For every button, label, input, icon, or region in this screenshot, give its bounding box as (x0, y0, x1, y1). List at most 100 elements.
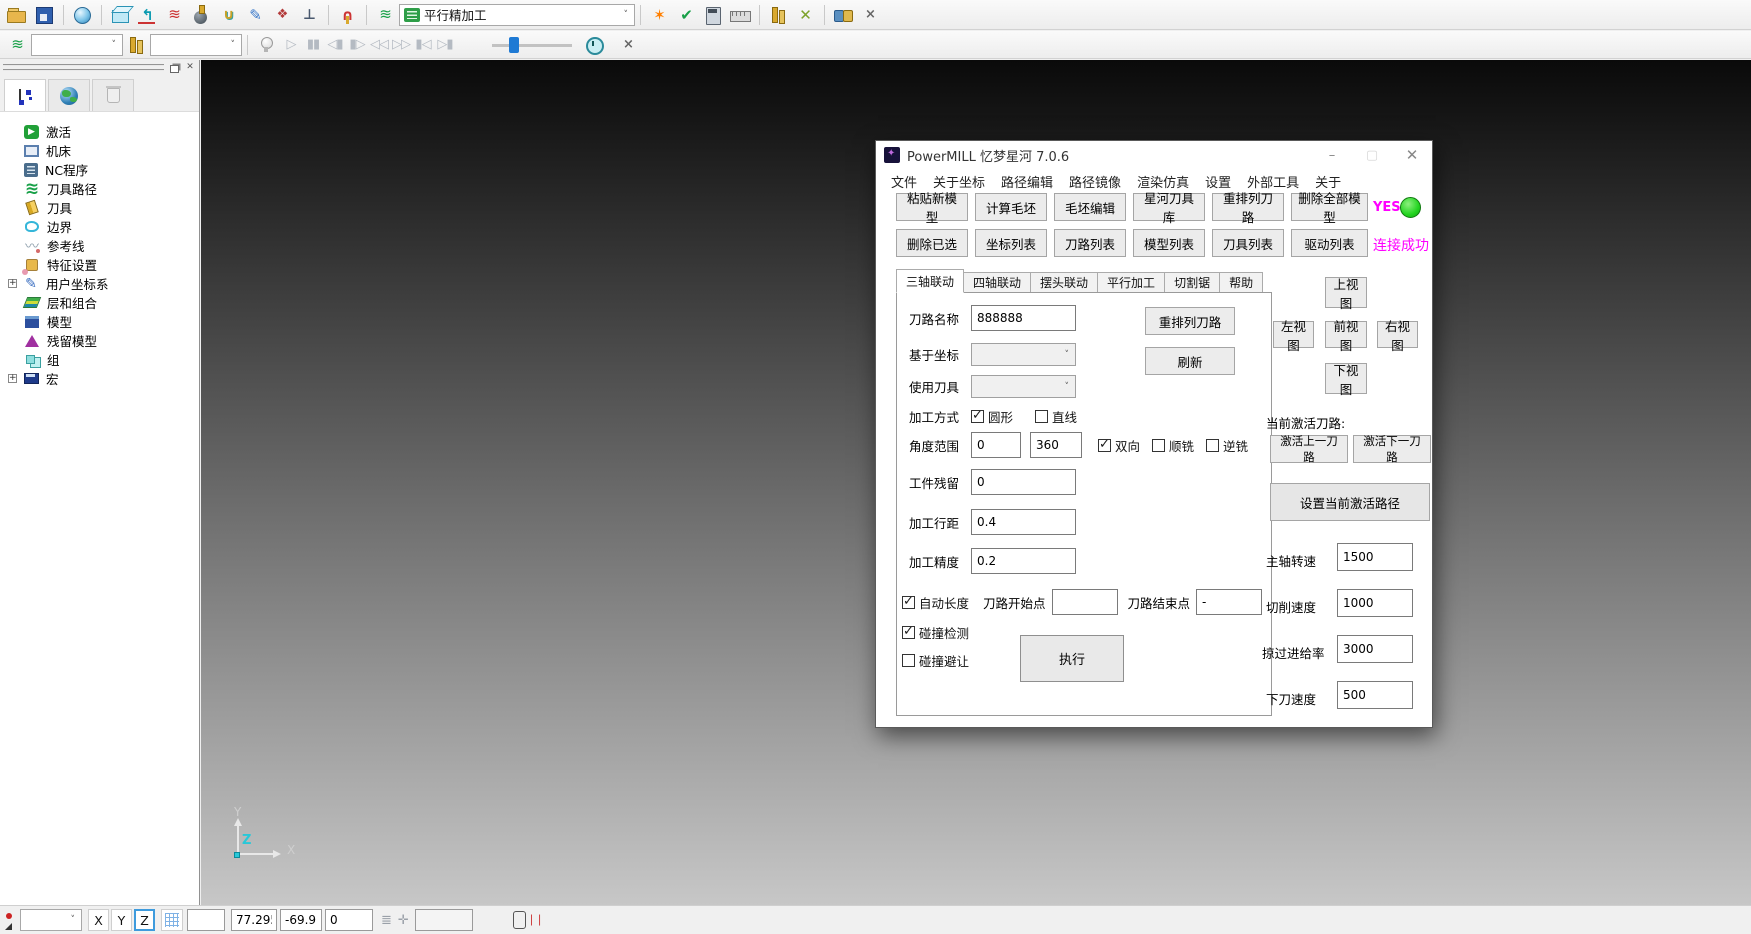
tree-item-feature-sets[interactable]: 特征设置 (0, 255, 199, 274)
coord-list-button[interactable]: 坐标列表 (975, 229, 1047, 257)
stepover-input[interactable] (971, 509, 1076, 535)
refresh-button[interactable]: 刷新 (1145, 347, 1235, 375)
tab-tilt-head[interactable]: 摆头联动 (1031, 272, 1098, 293)
delete-selected-button[interactable]: 删除已选 (896, 229, 968, 257)
expand-icon[interactable]: + (8, 279, 17, 288)
verify-toolpath-icon[interactable]: ✔ (674, 4, 699, 26)
end-point-input[interactable] (1196, 589, 1262, 615)
expand-icon[interactable]: + (8, 374, 17, 383)
measure-ruler-icon[interactable] (728, 4, 753, 26)
calculator-icon[interactable] (701, 4, 726, 26)
tab-web[interactable] (48, 79, 90, 111)
go-to-end-icon[interactable]: ▷▮ (434, 37, 456, 52)
tab-help[interactable]: 帮助 (1220, 272, 1263, 293)
maximize-icon[interactable]: ▢ (1352, 141, 1392, 169)
play-icon[interactable]: ▷ (280, 37, 302, 52)
conventional-mill-checkbox[interactable]: 逆铣 (1206, 436, 1248, 455)
toolbar-close-icon[interactable]: × (616, 34, 641, 56)
climb-mill-checkbox[interactable]: 顺铣 (1152, 436, 1194, 455)
minimize-icon[interactable]: – (1312, 141, 1352, 169)
grid-snap-button[interactable] (161, 909, 183, 931)
move-cursor-icon[interactable]: ✛ (398, 913, 409, 928)
pause-icon[interactable]: ▮▮ (302, 37, 324, 52)
start-point-input[interactable] (1052, 589, 1118, 615)
step-back-icon[interactable]: ◁▮ (324, 37, 346, 52)
execute-button[interactable]: 执行 (1020, 635, 1124, 682)
go-to-start-icon[interactable]: ▮◁ (412, 37, 434, 52)
status-dropdown[interactable]: ˅ (20, 909, 82, 931)
tool-list-button[interactable]: 刀具列表 (1212, 229, 1284, 257)
toolpath-edit-icon[interactable]: ≋ (162, 4, 187, 26)
stock-remain-input[interactable] (971, 469, 1076, 495)
tab-4axis[interactable]: 四轴联动 (964, 272, 1031, 293)
menu-path-edit[interactable]: 路径编辑 (1001, 172, 1053, 191)
axis-z-button[interactable]: Z (134, 909, 155, 931)
tree-item-activate[interactable]: ▶激活 (0, 122, 199, 141)
tree-item-tools[interactable]: 刀具 (0, 198, 199, 217)
tree-item-patterns[interactable]: 〰参考线 (0, 236, 199, 255)
circle-checkbox[interactable]: 圆形 (971, 407, 1013, 426)
reorder-toolpaths-button[interactable]: 重排列刀路 (1212, 193, 1284, 221)
paste-new-model-button[interactable]: 粘贴新模型 (896, 193, 968, 221)
delete-all-models-button[interactable]: 删除全部模型 (1291, 193, 1368, 221)
view-bottom-button[interactable]: 下视图 (1325, 363, 1367, 394)
coord-z-input[interactable] (325, 909, 373, 931)
close-icon[interactable]: ✕ (1392, 141, 1432, 169)
tree-item-models[interactable]: 模型 (0, 312, 199, 331)
create-block-icon[interactable] (108, 4, 133, 26)
fast-forward-icon[interactable]: ▷▷ (390, 37, 412, 52)
pause-device-icon[interactable] (513, 911, 526, 929)
use-tool-select[interactable]: ˅ (971, 375, 1076, 398)
tree-item-macros[interactable]: +宏 (0, 369, 199, 388)
tree-item-nc-programs[interactable]: NC程序 (0, 160, 199, 179)
dialog-title-bar[interactable]: PowerMILL 忆梦星河 7.0.6 – ▢ ✕ (876, 141, 1432, 169)
based-coord-select[interactable]: ˅ (971, 343, 1076, 366)
tab-parallel[interactable]: 平行加工 (1098, 272, 1165, 293)
set-active-path-button[interactable]: 设置当前激活路径 (1270, 483, 1430, 521)
status-corner-button[interactable] (2, 908, 20, 932)
view-top-button[interactable]: 上视图 (1325, 277, 1367, 308)
coord-x-input[interactable] (231, 909, 277, 931)
save-icon[interactable] (32, 4, 57, 26)
spindle-speed-input[interactable] (1337, 543, 1413, 571)
light-icon[interactable] (254, 34, 279, 56)
axis-x-button[interactable]: X (88, 909, 109, 931)
calc-stock-button[interactable]: 计算毛坯 (975, 193, 1047, 221)
transform-icon[interactable]: ✕ (793, 4, 818, 26)
list-options-icon[interactable]: ≣ (381, 913, 392, 928)
tab-explorer-tree[interactable] (4, 79, 46, 111)
tool-select-icon[interactable] (124, 34, 149, 56)
tree-item-machine-tool[interactable]: 机床 (0, 141, 199, 160)
clock-icon[interactable] (582, 34, 607, 56)
open-file-icon[interactable] (5, 4, 30, 26)
line-checkbox[interactable]: 直线 (1035, 407, 1077, 426)
cutting-feed-input[interactable] (1337, 589, 1413, 617)
tool-holder-icon[interactable]: ∩ (335, 4, 360, 26)
tolerance-input[interactable] (971, 548, 1076, 574)
print-preview-icon[interactable] (70, 4, 95, 26)
collision-avoid-checkbox[interactable]: 碰撞避让 (902, 651, 969, 670)
view-left-button[interactable]: 左视图 (1273, 321, 1314, 348)
skim-feed-input[interactable] (1337, 635, 1413, 663)
rapid-move-heights-icon[interactable]: ↰ (135, 4, 160, 26)
toolpath-list-button[interactable]: 刀路列表 (1054, 229, 1126, 257)
create-boundary-icon[interactable]: ∪ (216, 4, 241, 26)
compare-icon[interactable] (831, 4, 856, 26)
angle-to-input[interactable] (1030, 432, 1082, 458)
toolpaths-icon[interactable]: ≋ (373, 4, 398, 26)
panel-restore-icon[interactable] (168, 62, 180, 73)
tab-saw[interactable]: 切割锯 (1165, 272, 1220, 293)
tree-item-stock-models[interactable]: 残留模型 (0, 331, 199, 350)
dock-grip[interactable] (3, 64, 164, 71)
speed-slider[interactable] (492, 34, 572, 56)
tool-pair-icon[interactable] (766, 4, 791, 26)
view-right-button[interactable]: 右视图 (1377, 321, 1418, 348)
toolpath-select[interactable]: ˅ (31, 34, 123, 56)
toolpath-name-input[interactable] (971, 305, 1076, 331)
drive-list-button[interactable]: 驱动列表 (1291, 229, 1368, 257)
stock-edit-button[interactable]: 毛坯编辑 (1054, 193, 1126, 221)
tree-item-toolpaths[interactable]: ≋刀具路径 (0, 179, 199, 198)
step-forward-icon[interactable]: ▮▷ (346, 37, 368, 52)
tool-library-button[interactable]: 星河刀具库 (1133, 193, 1205, 221)
collision-check-icon[interactable]: ✶ (647, 4, 672, 26)
